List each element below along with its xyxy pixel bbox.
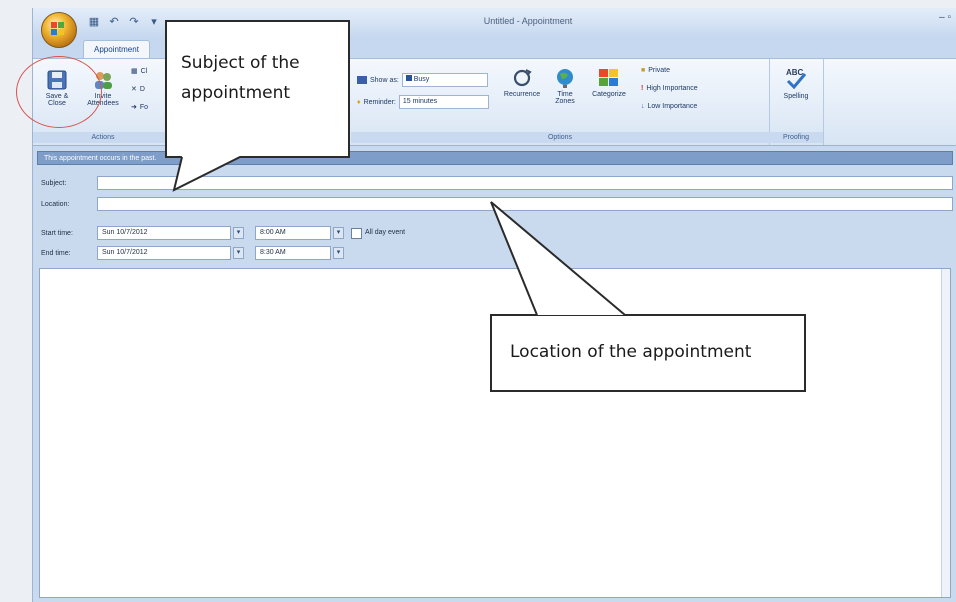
end-date-input[interactable]: Sun 10/7/2012 <box>97 246 231 260</box>
ribbon-group-proofing: ABC Spelling Proofing <box>769 59 824 145</box>
recurrence-button[interactable]: Recurrence <box>499 67 545 98</box>
subject-callout-text: Subject of the appointment <box>181 53 300 103</box>
start-date-input[interactable]: Sun 10/7/2012 <box>97 226 231 240</box>
subject-callout-pointer <box>172 156 241 192</box>
calendar-action-label: Cl <box>140 67 148 75</box>
reminder-control: ♦ Reminder: 15 minutes <box>357 95 489 109</box>
office-logo-icon <box>51 22 64 35</box>
options-group-label: Options <box>351 132 769 143</box>
all-day-label: All day event <box>365 229 406 236</box>
lock-icon: ■ <box>641 67 646 74</box>
svg-text:ABC: ABC <box>786 68 804 77</box>
spelling-check-icon: ABC <box>786 68 807 90</box>
save-icon[interactable]: ▦ <box>87 15 101 29</box>
start-time-input[interactable]: 8:00 AM <box>255 226 331 240</box>
window-title: Untitled - Appointment <box>483 16 573 26</box>
recurrence-icon <box>513 69 532 87</box>
end-time-input[interactable]: 8:30 AM <box>255 246 331 260</box>
end-date-dropdown[interactable]: ▾ <box>233 247 244 259</box>
categorize-icon <box>599 69 618 86</box>
quick-access-toolbar: ▦ ↶ ↷ ▾ <box>87 15 161 29</box>
low-importance-label: Low Importance <box>647 103 698 110</box>
forward-button[interactable]: ➜ Fo <box>131 103 149 112</box>
subject-label: Subject: <box>41 180 67 187</box>
reminder-label: Reminder: <box>363 98 396 106</box>
actions-group-label: Actions <box>33 132 173 143</box>
end-time-dropdown[interactable]: ▾ <box>333 247 344 259</box>
exclamation-icon: ! <box>641 85 644 92</box>
spelling-label: Spelling <box>783 93 809 100</box>
location-callout-pointer <box>490 201 626 316</box>
categorize-button[interactable]: Categorize <box>585 67 633 98</box>
time-zones-label: Time Zones <box>555 91 575 105</box>
redo-icon[interactable]: ↷ <box>127 15 141 29</box>
delete-icon: ✕ <box>131 86 137 93</box>
show-as-label: Show as: <box>370 76 399 84</box>
start-time-label: Start time: <box>41 230 73 237</box>
window-controls[interactable]: – ▫ <box>939 12 951 23</box>
bell-icon: ♦ <box>357 98 361 106</box>
high-importance-button[interactable]: ! High Importance <box>641 85 698 92</box>
spelling-button[interactable]: ABC Spelling <box>775 65 817 100</box>
forward-label: Fo <box>139 103 149 111</box>
proofing-group-label: Proofing <box>769 132 823 143</box>
show-as-control: Show as: Busy <box>357 73 488 87</box>
undo-icon[interactable]: ↶ <box>107 15 121 29</box>
delete-button[interactable]: ✕ D <box>131 85 145 94</box>
busy-color-icon <box>405 75 412 81</box>
categorize-label: Categorize <box>592 91 626 98</box>
show-as-select[interactable]: Busy <box>401 73 488 87</box>
recurrence-label: Recurrence <box>503 91 541 98</box>
subject-callout: Subject of the appointment <box>165 20 350 158</box>
private-button[interactable]: ■ Private <box>641 67 670 74</box>
start-time-dropdown[interactable]: ▾ <box>333 227 344 239</box>
show-as-icon <box>357 76 367 84</box>
all-day-checkbox[interactable] <box>351 228 362 239</box>
down-arrow-icon: ↓ <box>641 103 645 110</box>
forward-icon: ➜ <box>131 104 137 111</box>
low-importance-button[interactable]: ↓ Low Importance <box>641 103 697 110</box>
end-time-label: End time: <box>41 250 71 257</box>
private-label: Private <box>648 67 671 74</box>
tab-appointment[interactable]: Appointment <box>83 40 150 59</box>
office-button[interactable] <box>41 12 77 48</box>
notes-scrollbar[interactable] <box>941 269 950 597</box>
dropdown-icon[interactable]: ▾ <box>147 15 161 29</box>
show-as-value: Busy <box>413 76 430 83</box>
location-callout-text: Location of the appointment <box>510 342 752 362</box>
highlight-circle <box>16 56 102 128</box>
start-date-dropdown[interactable]: ▾ <box>233 227 244 239</box>
time-zones-button[interactable]: Time Zones <box>551 67 579 105</box>
reminder-select[interactable]: 15 minutes <box>398 95 489 109</box>
delete-label: D <box>139 85 145 93</box>
high-importance-label: High Importance <box>646 85 698 92</box>
location-callout: Location of the appointment <box>490 314 806 392</box>
ribbon-group-options: Show as: Busy ♦ Reminder: 15 minutes Rec… <box>351 59 770 145</box>
calendar-action-button[interactable]: ▦ Cl <box>131 67 148 76</box>
location-label: Location: <box>41 201 70 208</box>
calendar-icon: ▦ <box>131 68 138 75</box>
globe-icon <box>557 69 573 88</box>
